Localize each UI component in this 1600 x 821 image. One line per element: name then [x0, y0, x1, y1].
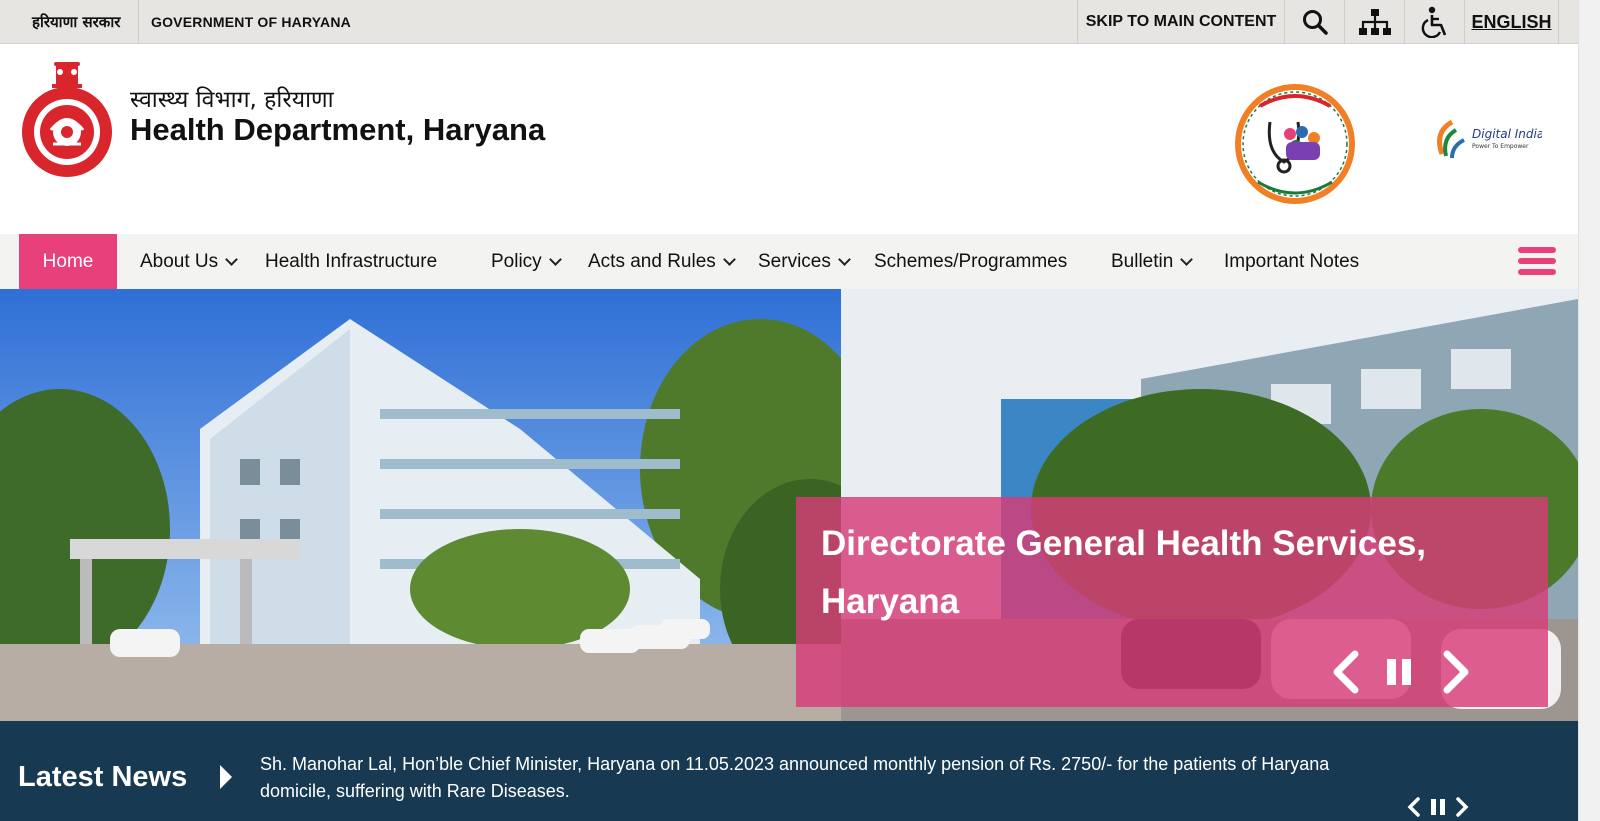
skip-to-main-content-link[interactable]: SKIP TO MAIN CONTENT	[1077, 0, 1284, 44]
digital-india-logo[interactable]: Digital India Power To Empower	[1432, 114, 1542, 164]
nav-item-acts-and-rules[interactable]: Acts and Rules	[588, 234, 736, 289]
nav-item-label: Acts and Rules	[588, 250, 716, 272]
news-ticker-text[interactable]: Sh. Manohar Lal, Hon’ble Chief Minister,…	[260, 751, 1380, 805]
nirogi-haryana-logo[interactable]	[1230, 82, 1360, 206]
nav-item-health-infrastructure[interactable]: Health Infrastructure	[265, 234, 437, 289]
language-selector[interactable]: ENGLISH	[1464, 0, 1559, 44]
chevron-down-icon	[837, 252, 851, 266]
slide-prev-button[interactable]	[1326, 647, 1366, 697]
main-navigation: Home About Us Health Infrastructure Poli…	[0, 234, 1578, 289]
chevron-down-icon	[722, 252, 736, 266]
top-utility-bar: हरियाणा सरकार GOVERNMENT OF HARYANA SKIP…	[0, 0, 1578, 44]
nav-item-label: Home	[42, 250, 94, 272]
hero-slider: Directorate General Health Services, Har…	[0, 289, 1578, 721]
chevron-down-icon	[225, 252, 239, 266]
slide-caption: Directorate General Health Services, Har…	[796, 497, 1548, 707]
nav-item-label: Health Infrastructure	[265, 250, 438, 272]
divider	[138, 0, 139, 44]
nav-item-about-us[interactable]: About Us	[140, 234, 239, 289]
nav-item-label: Schemes/Programmes	[874, 250, 1068, 272]
nav-item-label: About Us	[140, 250, 219, 272]
sitemap-button[interactable]	[1344, 0, 1404, 44]
site-header: स्वास्थ्य विभाग, हरियाणा Health Departme…	[0, 44, 1578, 234]
hamburger-menu-icon[interactable]	[1518, 247, 1556, 277]
svg-text:Power To Empower: Power To Empower	[1472, 143, 1529, 150]
department-english-title[interactable]: Health Department, Haryana	[130, 112, 545, 148]
government-english-label: GOVERNMENT OF HARYANA	[151, 14, 351, 30]
slide-pause-button[interactable]	[1381, 647, 1417, 697]
search-button[interactable]	[1284, 0, 1344, 44]
nav-item-label: Bulletin	[1111, 250, 1174, 272]
slide-caption-title: Directorate General Health Services, Har…	[821, 524, 1427, 621]
nav-item-services[interactable]: Services	[758, 234, 851, 289]
government-hindi-label: हरियाणा सरकार	[32, 13, 121, 31]
nav-item-bulletin[interactable]: Bulletin	[1111, 234, 1194, 289]
svg-text:Digital India: Digital India	[1472, 127, 1542, 141]
hospital-building-photo	[0, 289, 841, 721]
news-next-button[interactable]	[1454, 797, 1470, 817]
nav-item-home[interactable]: Home	[19, 234, 117, 289]
nav-item-label: Policy	[491, 250, 542, 272]
chevron-down-icon	[1180, 252, 1194, 266]
haryana-emblem-logo[interactable]	[18, 56, 116, 180]
chevron-right-icon	[1443, 650, 1469, 694]
news-pause-button[interactable]	[1430, 798, 1446, 816]
page: हरियाणा सरकार GOVERNMENT OF HARYANA SKIP…	[0, 0, 1578, 821]
utility-tools: SKIP TO MAIN CONTENT ENGLISH	[1077, 0, 1559, 44]
department-hindi-title: स्वास्थ्य विभाग, हरियाणा	[130, 87, 334, 113]
accessibility-icon	[1421, 6, 1446, 38]
nav-item-schemes-programmes[interactable]: Schemes/Programmes	[874, 234, 1067, 289]
caret-right-icon	[220, 765, 232, 789]
nav-item-label: Services	[758, 250, 831, 272]
chevron-left-icon	[1333, 650, 1359, 694]
slide-next-button[interactable]	[1436, 647, 1476, 697]
accessibility-button[interactable]	[1404, 0, 1464, 44]
latest-news-label: Latest News	[18, 761, 188, 793]
nav-item-label: Important Notes	[1224, 250, 1360, 272]
search-icon	[1302, 10, 1328, 35]
vertical-scrollbar[interactable]	[1578, 0, 1600, 821]
latest-news-bar: Latest News Sh. Manohar Lal, Hon’ble Chi…	[0, 721, 1578, 821]
chevron-down-icon	[548, 252, 562, 266]
news-prev-button[interactable]	[1406, 797, 1422, 817]
sitemap-icon	[1358, 9, 1391, 35]
pause-icon	[1387, 659, 1411, 685]
nav-item-important-notes[interactable]: Important Notes	[1224, 234, 1359, 289]
news-ticker-controls	[1406, 795, 1470, 819]
nav-item-policy[interactable]: Policy	[491, 234, 562, 289]
